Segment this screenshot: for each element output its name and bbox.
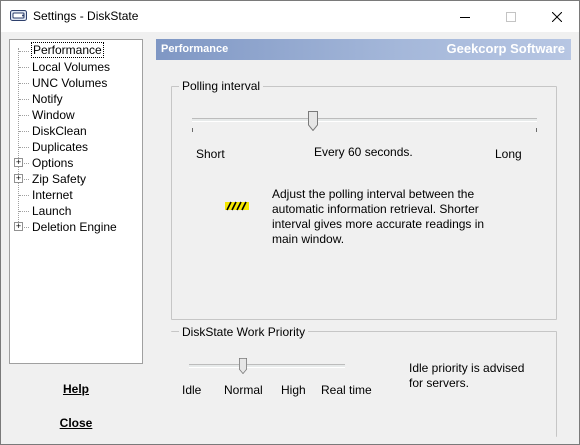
tree-item-window[interactable]: Window [10,107,140,123]
polling-slider-thumb[interactable] [307,111,318,131]
polling-description: Adjust the polling interval between the … [272,187,485,246]
tree-item-launch[interactable]: Launch [10,203,140,219]
tree-item-duplicates[interactable]: Duplicates [10,139,140,155]
tree-item-label: Notify [32,92,63,106]
polling-slider-track[interactable] [192,118,537,122]
polling-group-title: Polling interval [179,79,264,93]
tree-item-notify[interactable]: Notify [10,91,140,107]
tree-item-label: Deletion Engine [32,220,117,234]
slider-tick [536,128,537,132]
help-button[interactable]: Help [46,382,106,396]
tree-item-local-volumes[interactable]: Local Volumes [10,59,140,75]
expand-icon[interactable]: + [14,222,23,231]
priority-level-real-time: Real time [321,383,372,397]
priority-level-normal: Normal [224,383,263,397]
priority-group-title: DiskState Work Priority [179,325,309,339]
tree-item-label: Window [32,108,75,122]
title-bar: Settings - DiskState [1,1,579,32]
priority-slider-thumb[interactable] [239,358,247,374]
close-window-button[interactable] [534,1,580,32]
tree-item-options[interactable]: + Options [10,155,140,171]
expand-icon[interactable]: + [14,158,23,167]
tree-item-zip-safety[interactable]: + Zip Safety [10,171,140,187]
tree-item-label: Options [32,156,74,170]
priority-level-high: High [281,383,306,397]
disk-app-icon [10,10,27,21]
priority-level-idle: Idle [182,383,202,397]
lightning-icon [225,201,249,211]
close-icon [552,11,562,22]
priority-note: Idle priority is advised for servers. [409,361,525,390]
polling-max-label: Long [495,147,522,161]
maximize-button[interactable] [488,1,534,32]
expand-icon[interactable]: + [14,174,23,183]
tree-item-deletion-engine[interactable]: + Deletion Engine [10,219,140,235]
tree-item-label: Local Volumes [32,60,111,74]
priority-slider-track[interactable] [189,364,345,368]
section-title: Performance [161,43,229,55]
tree-item-internet[interactable]: Internet [10,187,140,203]
tree-item-label: Performance [31,42,104,58]
window-title: Settings - DiskState [33,9,139,23]
minimize-icon [460,16,470,18]
tree-item-label: DiskClean [32,124,87,138]
slider-tick [192,128,193,132]
tree-item-label: Launch [32,204,72,218]
vendor-name: Geekcorp Software [446,41,566,56]
tree-item-label: UNC Volumes [32,76,108,90]
tree-item-label: Zip Safety [32,172,87,186]
section-banner: Performance Geekcorp Software [156,39,571,60]
maximize-icon [506,11,516,22]
minimize-button[interactable] [442,1,488,32]
settings-window: Settings - DiskState Performance Local V… [0,0,580,445]
tree-item-performance[interactable]: Performance [10,42,140,59]
tree-item-label: Internet [32,188,73,202]
polling-min-label: Short [196,147,225,161]
settings-tree: Performance Local Volumes UNC Volumes No… [9,39,143,364]
polling-value-text: Every 60 seconds. [314,145,413,159]
tree-item-unc-volumes[interactable]: UNC Volumes [10,75,140,91]
tree-item-label: Duplicates [32,140,89,154]
close-button[interactable]: Close [46,416,106,430]
tree-item-diskclean[interactable]: DiskClean [10,123,140,139]
